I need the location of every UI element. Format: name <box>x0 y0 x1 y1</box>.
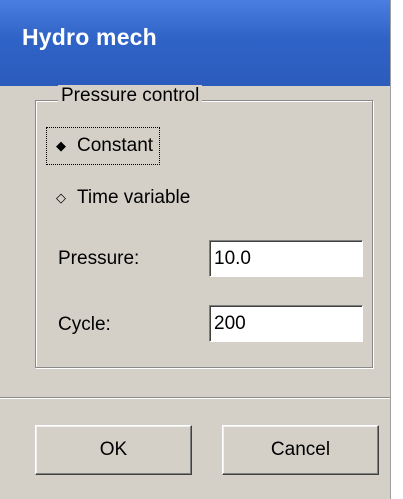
pressure-label: Pressure: <box>58 248 140 269</box>
pressure-control-legend: Pressure control <box>58 85 203 107</box>
radio-selected-icon: ◆ <box>56 138 66 153</box>
radio-unselected-icon: ◇ <box>56 190 66 205</box>
time-variable-radio-label: Time variable <box>77 187 191 208</box>
title-bar[interactable]: Hydro mech <box>0 0 390 86</box>
pressure-input[interactable] <box>209 240 363 277</box>
cycle-input[interactable] <box>209 305 363 342</box>
window-title: Hydro mech <box>22 24 157 50</box>
cancel-button[interactable]: Cancel <box>222 425 379 475</box>
time-variable-radio[interactable]: ◇ Time variable <box>53 183 190 213</box>
button-separator <box>0 397 390 399</box>
constant-radio-label: Constant <box>77 135 154 156</box>
constant-radio[interactable]: ◆ Constant <box>46 127 161 165</box>
cycle-label: Cycle: <box>58 314 111 335</box>
hydro-mech-dialog: Hydro mech Pressure control ◆ Constant ◇… <box>0 0 391 499</box>
ok-button[interactable]: OK <box>35 425 192 475</box>
